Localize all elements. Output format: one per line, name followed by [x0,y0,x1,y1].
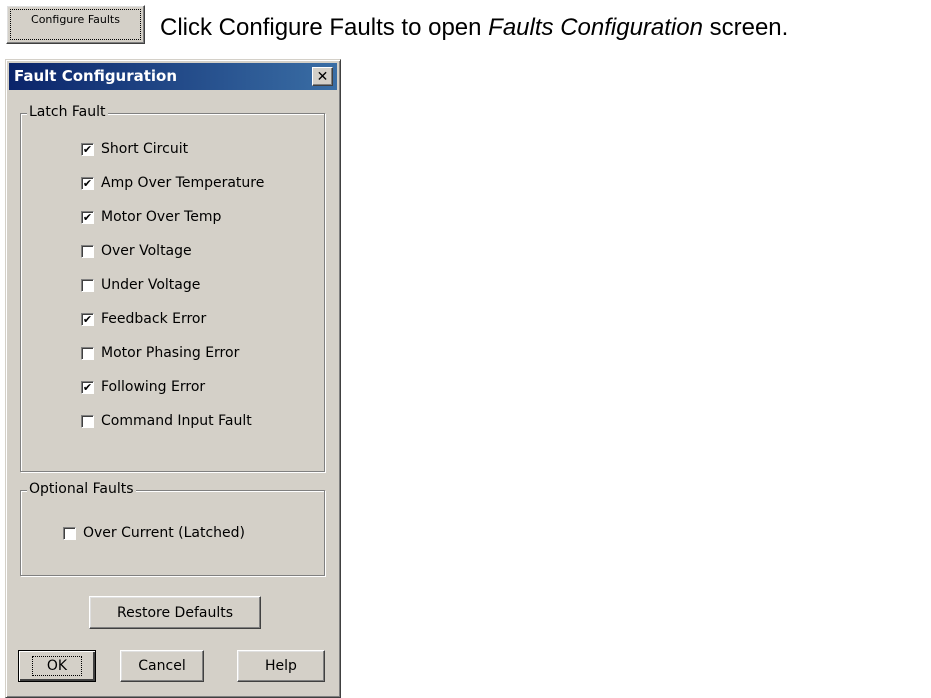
checkbox-motor-phasing-error[interactable]: Motor Phasing Error [81,345,239,361]
checkbox-over-current-latched[interactable]: Over Current (Latched) [63,525,245,541]
checkbox-box[interactable] [81,278,94,292]
fault-configuration-dialog: Fault Configuration ✕ Latch Fault ✔ Shor… [5,59,341,698]
checkbox-box[interactable] [81,244,94,258]
instruction-text-before: Click Configure Faults to open [160,14,489,41]
checkbox-feedback-error[interactable]: ✔ Feedback Error [81,311,206,327]
help-button[interactable]: Help [237,650,325,682]
checkbox-amp-over-temperature[interactable]: ✔ Amp Over Temperature [81,175,264,191]
configure-faults-label: Configure Faults [10,9,141,40]
checkbox-motor-over-temp[interactable]: ✔ Motor Over Temp [81,209,221,225]
cancel-button[interactable]: Cancel [120,650,204,682]
help-label: Help [265,658,297,674]
latch-fault-group-label: Latch Fault [27,104,108,120]
checkbox-label: Motor Phasing Error [101,345,240,361]
checkbox-over-voltage[interactable]: Over Voltage [81,243,192,259]
close-icon: ✕ [316,68,329,85]
checkbox-following-error[interactable]: ✔ Following Error [81,379,205,395]
checkbox-label: Command Input Fault [101,413,252,429]
checkbox-short-circuit[interactable]: ✔ Short Circuit [81,141,188,157]
restore-defaults-button[interactable]: Restore Defaults [89,596,261,629]
close-button[interactable]: ✕ [312,67,333,86]
checkbox-label: Over Current (Latched) [83,525,246,541]
checkbox-box[interactable] [63,526,76,540]
checkbox-label: Feedback Error [101,311,207,327]
checkbox-label: Over Voltage [101,243,192,259]
optional-faults-group: Optional Faults Over Current (Latched) [20,481,325,576]
cancel-label: Cancel [138,658,186,674]
restore-defaults-label: Restore Defaults [116,604,234,621]
ok-button[interactable]: OK [18,650,96,682]
latch-fault-group: Latch Fault ✔ Short Circuit ✔ Amp Over T… [20,104,325,472]
checkbox-box[interactable] [81,346,94,360]
checkbox-label: Motor Over Temp [101,209,222,225]
checkbox-label: Under Voltage [101,277,201,293]
checkbox-box[interactable]: ✔ [81,312,94,326]
checkbox-box[interactable]: ✔ [81,380,94,394]
checkbox-box[interactable]: ✔ [81,210,94,224]
checkbox-command-input-fault[interactable]: Command Input Fault [81,413,252,429]
checkbox-label: Following Error [101,379,206,395]
dialog-title-bar: Fault Configuration ✕ [9,63,337,90]
instruction-text: Click Configure Faults to open Faults Co… [160,14,788,42]
ok-label: OK [31,656,83,676]
checkbox-label: Short Circuit [101,141,189,157]
checkbox-under-voltage[interactable]: Under Voltage [81,277,200,293]
dialog-title: Fault Configuration [14,67,178,85]
checkbox-label: Amp Over Temperature [101,175,265,191]
checkbox-box[interactable]: ✔ [81,176,94,190]
instruction-text-italic: Faults Configuration [488,14,703,41]
instruction-text-after: screen. [702,14,789,41]
optional-faults-group-label: Optional Faults [27,481,136,497]
checkbox-box[interactable] [81,414,94,428]
configure-faults-button[interactable]: Configure Faults [6,5,145,44]
checkbox-box[interactable]: ✔ [81,142,94,156]
